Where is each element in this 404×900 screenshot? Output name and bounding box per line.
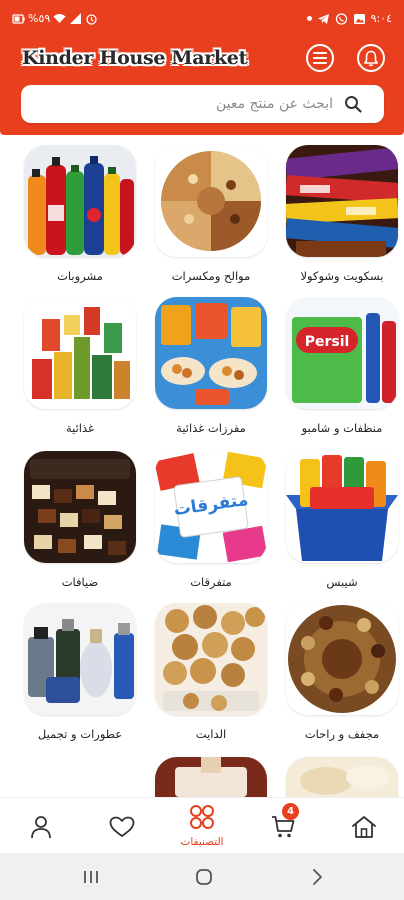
category-label: متفرقات xyxy=(190,575,232,589)
nav-home[interactable] xyxy=(349,812,379,842)
category-label: غذائية xyxy=(65,421,95,435)
category-label: بسكويت وشوكولا xyxy=(300,269,384,283)
category-label: الدايت xyxy=(195,727,227,741)
brand-logo: Kinder House Market xyxy=(22,47,248,69)
search-bar xyxy=(21,85,384,123)
system-back-button[interactable] xyxy=(307,867,327,887)
category-grid: مشروبات موالح ومكسرات بسكويت وشوكولا غذا… xyxy=(0,135,404,797)
gallery-icon xyxy=(353,13,365,24)
drinks-image xyxy=(24,145,136,257)
status-bar: %٥٩ ٩:٠٤ xyxy=(0,0,404,40)
category-hospitality[interactable]: ضيافات xyxy=(24,451,136,589)
category-perfumes-cosmetics[interactable]: عطورات و تجميل xyxy=(24,603,136,741)
category-chips[interactable]: شيبس xyxy=(286,451,398,589)
biscuits-image xyxy=(286,145,398,257)
system-home-icon xyxy=(196,869,212,885)
search-input[interactable] xyxy=(33,91,333,117)
cart-count-badge: 4 xyxy=(282,803,299,820)
category-tile-partial[interactable] xyxy=(155,757,267,797)
battery-percent: %٥٩ xyxy=(28,12,51,25)
miscellaneous-image: متفرقات xyxy=(155,451,267,563)
bottom-navigation: التصنيفات 4 xyxy=(0,797,404,853)
category-detergents-shampoo[interactable]: Persil منظفات و شامبو xyxy=(286,297,398,435)
telegram-icon xyxy=(317,13,329,24)
category-label: مشروبات xyxy=(57,269,103,283)
back-chevron-icon xyxy=(313,869,322,885)
category-label: موالح ومكسرات xyxy=(171,269,251,283)
app-header: Kinder House Market xyxy=(0,40,404,135)
notification-dot xyxy=(306,16,312,21)
recent-apps-button[interactable] xyxy=(81,867,101,887)
nav-profile[interactable] xyxy=(26,812,56,842)
battery-icon xyxy=(12,13,25,24)
category-biscuits-chocolate[interactable]: بسكويت وشوكولا xyxy=(286,145,398,283)
bell-icon xyxy=(364,50,378,66)
search-icon[interactable] xyxy=(344,95,362,113)
category-label: منظفات و شامبو xyxy=(301,421,383,435)
notifications-button[interactable] xyxy=(357,44,385,72)
category-drinks[interactable]: مشروبات xyxy=(24,145,136,283)
category-label: مفرزات غذائية xyxy=(176,421,246,435)
category-tile-partial[interactable] xyxy=(286,757,398,797)
partial-category-image xyxy=(155,757,267,797)
frozen-food-image xyxy=(155,297,267,409)
home-icon xyxy=(352,816,376,838)
wifi-icon xyxy=(53,13,66,23)
category-food[interactable]: غذائية xyxy=(24,297,136,435)
hospitality-image xyxy=(24,451,136,563)
category-label: شيبس xyxy=(326,575,358,589)
category-label: عطورات و تجميل xyxy=(37,727,123,741)
partial-category-image xyxy=(286,757,398,797)
nav-favorites[interactable] xyxy=(107,812,137,842)
category-diet[interactable]: الدايت xyxy=(155,603,267,741)
heart-icon xyxy=(109,816,135,837)
category-miscellaneous[interactable]: متفرقات متفرقات xyxy=(155,451,267,589)
category-label: مجفف و راحات xyxy=(304,727,380,741)
chips-image xyxy=(286,451,398,563)
perfumes-image xyxy=(24,603,136,715)
alarm-icon xyxy=(86,13,97,25)
category-dried-fruits[interactable]: مجفف و راحات xyxy=(286,603,398,741)
signal-icon xyxy=(70,12,82,24)
whatsapp-icon xyxy=(335,12,347,25)
nav-categories-label: التصنيفات xyxy=(180,836,224,848)
category-frozen-food[interactable]: مفرزات غذائية xyxy=(155,297,267,435)
status-time: ٩:٠٤ xyxy=(370,12,392,25)
menu-button[interactable] xyxy=(306,44,334,72)
diet-image xyxy=(155,603,267,715)
svg-text:Persil: Persil xyxy=(305,334,350,350)
user-icon xyxy=(31,816,51,839)
categories-icon xyxy=(190,805,214,829)
system-home-button[interactable] xyxy=(194,867,214,887)
menu-icon xyxy=(313,52,327,64)
nav-categories[interactable]: التصنيفات xyxy=(172,804,232,850)
system-navigation-bar xyxy=(0,853,404,900)
food-image xyxy=(24,297,136,409)
recent-apps-icon xyxy=(84,871,98,883)
category-label: ضيافات xyxy=(61,575,99,589)
category-nuts[interactable]: موالح ومكسرات xyxy=(155,145,267,283)
dried-fruits-image xyxy=(286,603,398,715)
nuts-image xyxy=(155,145,267,257)
detergents-image: Persil xyxy=(286,297,398,409)
